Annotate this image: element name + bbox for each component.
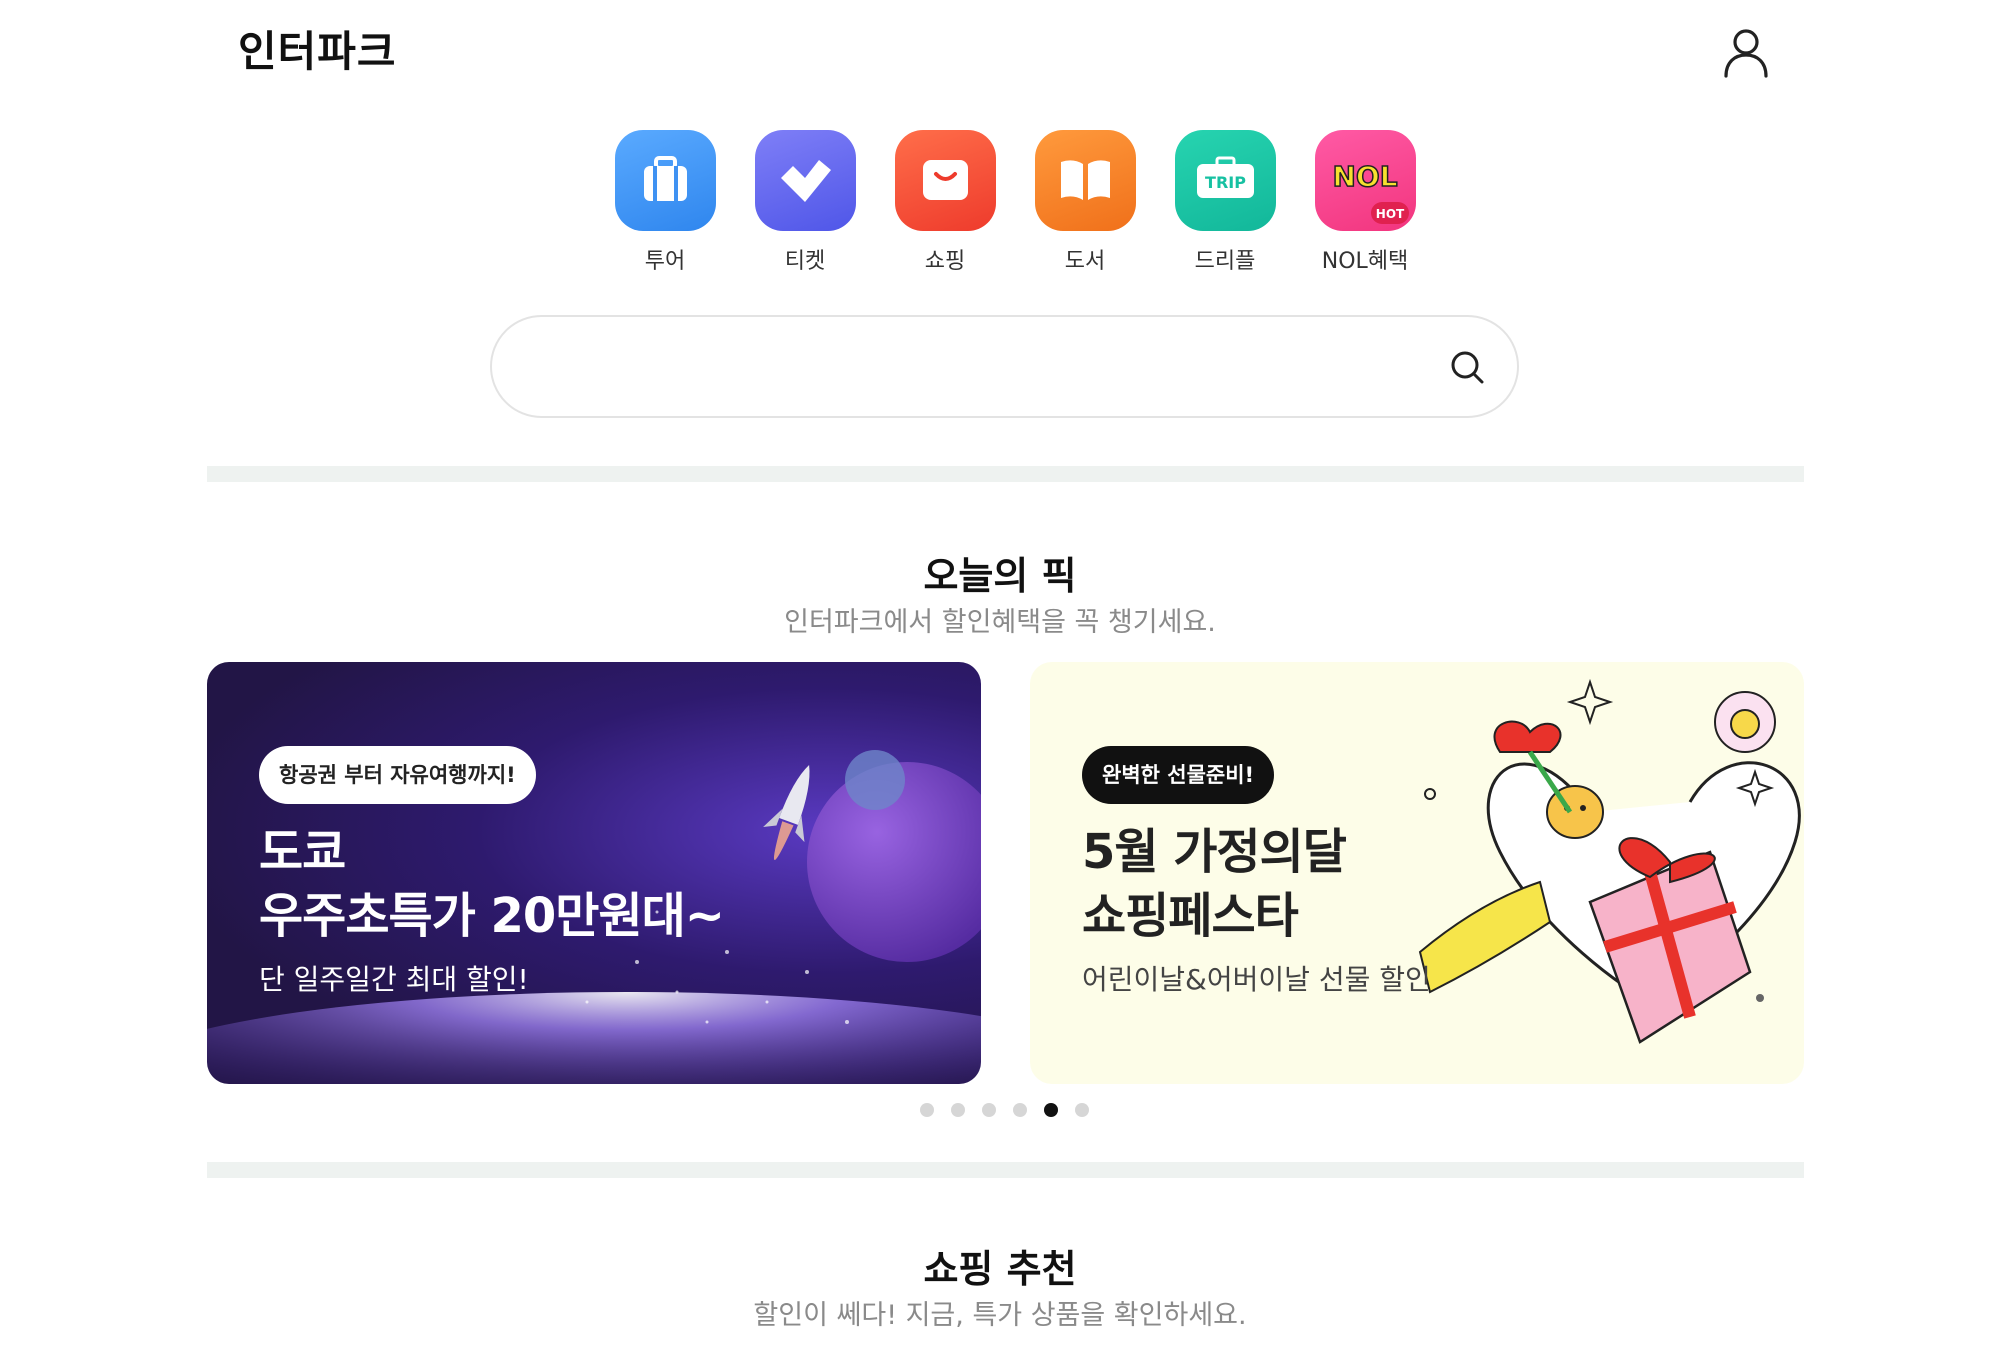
- category-nol[interactable]: NOL HOT NOL혜택: [1305, 130, 1425, 275]
- banner-tag: 항공권 부터 자유여행까지!: [259, 746, 536, 804]
- category-label: 드리플: [1194, 249, 1256, 274]
- category-books[interactable]: 도서: [1025, 130, 1145, 275]
- banner-title: 도쿄 우주초특가 20만원대~: [259, 824, 725, 944]
- category-label: 도서: [1064, 249, 1106, 274]
- category-ticket[interactable]: 티켓: [745, 130, 865, 275]
- banner-description: 단 일주일간 최대 할인!: [259, 963, 529, 996]
- category-label: 티켓: [784, 249, 826, 274]
- section-subtitle: 인터파크에서 할인혜택을 꼭 챙기세요.: [784, 607, 1216, 638]
- banner-title: 5월 가정의달 쇼핑페스타: [1082, 824, 1347, 944]
- category-menu: 투어 티켓 쇼핑 도서 TRIP 드리플 NOL HOT NOL혜택: [605, 130, 1416, 280]
- category-shopping[interactable]: 쇼핑: [885, 130, 1005, 275]
- search-icon[interactable]: [1442, 342, 1494, 394]
- carousel-dot[interactable]: [1075, 1103, 1089, 1117]
- logo[interactable]: 인터파크: [238, 18, 397, 79]
- section-title: 오늘의 픽: [923, 554, 1077, 598]
- category-triple[interactable]: TRIP 드리플: [1165, 130, 1285, 275]
- promo-banner-family-month[interactable]: 완벽한 선물준비! 5월 가정의달 쇼핑페스타 어린이날&어버이날 선물 할인: [1030, 662, 1804, 1084]
- carousel-dot[interactable]: [1013, 1103, 1027, 1117]
- carousel-dot[interactable]: [920, 1103, 934, 1117]
- banner-description: 어린이날&어버이날 선물 할인: [1082, 963, 1431, 996]
- section-subtitle: 할인이 쎄다! 지금, 특가 상품을 확인하세요.: [753, 1300, 1247, 1331]
- nol-icon: NOL HOT: [1314, 130, 1416, 231]
- carousel-dot[interactable]: [982, 1103, 996, 1117]
- section-divider: [207, 1162, 1804, 1178]
- carousel-dot[interactable]: [951, 1103, 965, 1117]
- trip-icon: TRIP: [1174, 130, 1276, 231]
- nol-logo-text: NOL: [1332, 160, 1397, 193]
- shopping-bag-icon: [894, 130, 996, 231]
- trip-badge-text: TRIP: [1205, 173, 1246, 192]
- promo-banner-tokyo[interactable]: 항공권 부터 자유여행까지! 도쿄 우주초특가 20만원대~ 단 일주일간 최대…: [207, 662, 981, 1084]
- section-divider: [207, 466, 1804, 482]
- book-icon: [1034, 130, 1136, 231]
- category-tour[interactable]: 투어: [605, 130, 725, 275]
- category-label: 투어: [644, 249, 686, 274]
- category-label: 쇼핑: [924, 249, 966, 274]
- user-icon[interactable]: [1716, 22, 1776, 82]
- ticket-heart-icon: [754, 130, 856, 231]
- section-title: 쇼핑 추천: [923, 1247, 1077, 1291]
- carousel-dot-active[interactable]: [1044, 1103, 1058, 1117]
- carousel-indicators: [920, 1103, 1090, 1119]
- suitcase-icon: [614, 130, 716, 231]
- search-bar: [490, 315, 1519, 418]
- hot-badge-text: HOT: [1375, 207, 1404, 221]
- header: 인터파크: [0, 0, 2000, 110]
- banner-tag: 완벽한 선물준비!: [1082, 746, 1275, 804]
- category-label: NOL혜택: [1321, 249, 1409, 274]
- search-input[interactable]: [532, 337, 1412, 397]
